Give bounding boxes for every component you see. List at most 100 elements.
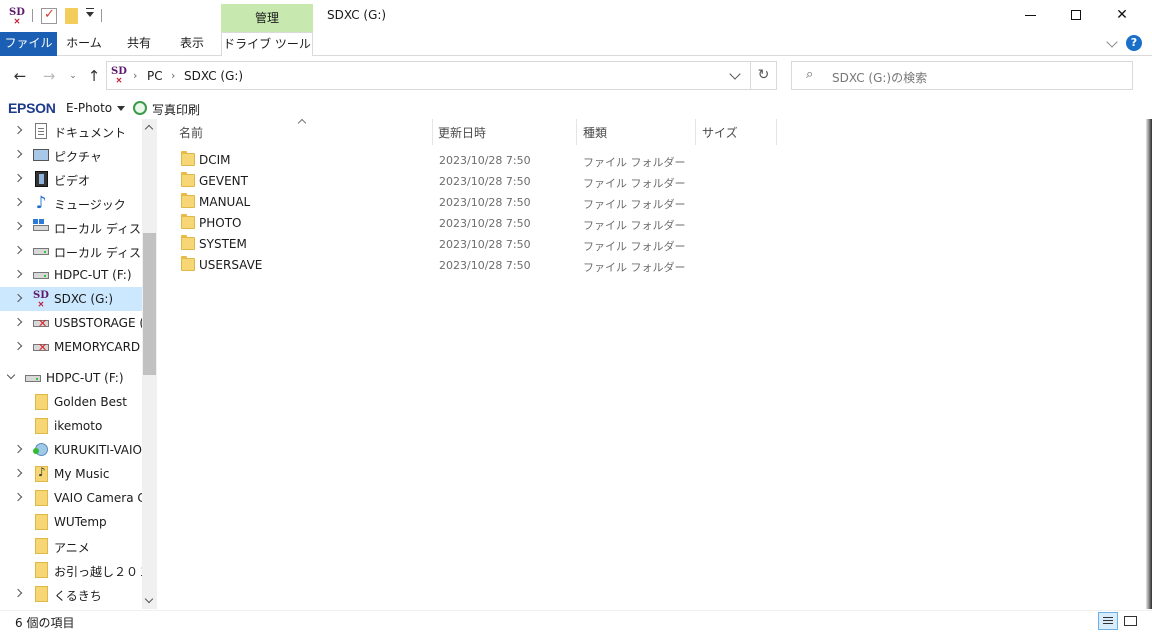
tab-share[interactable]: 共有 (118, 32, 160, 56)
address-dropdown-icon[interactable] (729, 68, 741, 80)
expand-chevron-icon[interactable] (13, 444, 23, 454)
tree-item[interactable]: お引っ越し２０１ (0, 558, 142, 582)
folder-icon (35, 586, 48, 602)
expand-chevron-icon[interactable] (13, 341, 23, 351)
tree-item[interactable]: My Music (0, 462, 142, 486)
tree-item-selected[interactable]: SD ✕ SDXC (G:) (0, 287, 142, 311)
file-name: PHOTO (199, 216, 242, 230)
expand-ribbon-icon[interactable] (1106, 36, 1118, 48)
expand-chevron-icon[interactable] (13, 245, 23, 255)
nav-scrollbar-thumb[interactable] (143, 233, 156, 375)
tab-view[interactable]: 表示 (172, 32, 212, 56)
help-icon[interactable]: ? (1126, 35, 1142, 51)
tree-item[interactable]: ビデオ (0, 167, 142, 191)
breadcrumb-separator-icon: › (133, 69, 138, 82)
tree-item[interactable]: アニメ (0, 534, 142, 558)
tree-item[interactable]: KURUKITI-VAIO (0, 438, 142, 462)
tree-label: VAIO Camera Ca (54, 491, 142, 505)
expand-chevron-icon[interactable] (13, 173, 23, 183)
folder-icon (181, 256, 195, 271)
video-icon (35, 171, 48, 187)
expand-chevron-icon[interactable] (13, 125, 23, 135)
tree-item[interactable]: HDPC-UT (F:) (0, 366, 142, 390)
expand-chevron-icon[interactable] (13, 588, 23, 598)
tree-item[interactable]: ♪ ミュージック (0, 191, 142, 215)
tree-item[interactable]: ピクチャ (0, 143, 142, 167)
expand-chevron-icon[interactable] (13, 317, 23, 327)
close-button[interactable]: ✕ (1099, 0, 1145, 30)
column-header-type[interactable]: 種類 (583, 124, 607, 141)
column-header-name[interactable]: 名前 (179, 124, 203, 141)
file-date: 2023/10/28 7:50 (439, 196, 531, 209)
tree-item[interactable]: USBSTORAGE (¥ (0, 311, 142, 335)
tree-item[interactable]: VAIO Camera Ca (0, 486, 142, 510)
back-arrow-icon[interactable]: ← (11, 67, 29, 85)
new-folder-icon[interactable] (65, 8, 78, 24)
tree-item[interactable]: ローカル ディスク (D (0, 239, 142, 263)
breadcrumb-pc[interactable]: PC (147, 69, 163, 83)
search-box[interactable]: ⌕ SDXC (G:)の検索 (791, 61, 1133, 90)
up-arrow-icon[interactable]: ↑ (85, 67, 103, 85)
tab-file[interactable]: ファイル (0, 32, 57, 56)
tree-item[interactable]: HDPC-UT (F:) (0, 263, 142, 287)
ephoto-dropdown-icon[interactable] (117, 106, 125, 111)
tab-home[interactable]: ホーム (62, 32, 106, 56)
file-type: ファイル フォルダー (583, 177, 686, 190)
separator (32, 9, 33, 22)
photo-print-icon[interactable] (133, 101, 147, 115)
column-header-size[interactable]: サイズ (702, 124, 738, 141)
collapse-chevron-icon[interactable] (6, 370, 16, 380)
photo-print-button[interactable]: 写真印刷 (152, 101, 200, 118)
tree-item[interactable]: ドキュメント (0, 119, 142, 143)
file-row[interactable]: USERSAVE 2023/10/28 7:50 ファイル フォルダー (177, 255, 777, 276)
navigation-pane[interactable]: ドキュメント ピクチャ ビデオ ♪ ミュージック ローカル ディスク (C ロー… (0, 119, 157, 609)
maximize-button[interactable] (1053, 0, 1099, 30)
breadcrumb-sdxc[interactable]: SDXC (G:) (184, 69, 243, 83)
properties-icon[interactable] (41, 7, 57, 24)
expand-chevron-icon[interactable] (13, 221, 23, 231)
file-list[interactable]: 名前 更新日時 種類 サイズ DCIM 2023/10/28 7:50 ファイル… (157, 119, 1146, 609)
details-view-button[interactable] (1098, 612, 1118, 630)
forward-arrow-icon[interactable]: → (40, 67, 58, 85)
column-divider[interactable] (776, 119, 777, 145)
recent-locations-icon[interactable]: ⌄ (64, 67, 82, 85)
manage-contextual-tab[interactable]: 管理 (221, 4, 313, 32)
column-divider[interactable] (576, 119, 577, 145)
tab-drive-tools[interactable]: ドライブ ツール (221, 32, 313, 56)
file-row[interactable]: GEVENT 2023/10/28 7:50 ファイル フォルダー (177, 171, 777, 192)
expand-chevron-icon[interactable] (13, 293, 23, 303)
large-icons-view-button[interactable] (1121, 612, 1141, 630)
column-header-date[interactable]: 更新日時 (438, 124, 486, 141)
expand-chevron-icon[interactable] (13, 269, 23, 279)
file-row[interactable]: PHOTO 2023/10/28 7:50 ファイル フォルダー (177, 213, 777, 234)
column-divider[interactable] (695, 119, 696, 145)
tree-item[interactable]: WUTemp (0, 510, 142, 534)
expand-chevron-icon[interactable] (13, 468, 23, 478)
file-type: ファイル フォルダー (583, 240, 686, 253)
file-type: ファイル フォルダー (583, 261, 686, 274)
expand-chevron-icon[interactable] (13, 492, 23, 502)
minimize-button[interactable] (1007, 0, 1053, 30)
tree-item[interactable]: くるきち (0, 582, 142, 606)
file-row[interactable]: DCIM 2023/10/28 7:50 ファイル フォルダー (177, 150, 777, 171)
file-row[interactable]: SYSTEM 2023/10/28 7:50 ファイル フォルダー (177, 234, 777, 255)
refresh-button[interactable]: ↻ (751, 61, 777, 90)
ephoto-menu[interactable]: E-Photo (66, 101, 112, 115)
address-bar[interactable]: SD ✕ › PC › SDXC (G:) (106, 61, 751, 90)
file-row[interactable]: MANUAL 2023/10/28 7:50 ファイル フォルダー (177, 192, 777, 213)
tree-item[interactable]: MEMORYCARD ( (0, 335, 142, 359)
column-divider[interactable] (432, 119, 433, 145)
tree-label: ikemoto (54, 419, 103, 433)
tree-item[interactable]: Golden Best (0, 390, 142, 414)
sd-card-icon[interactable]: SD ✕ (9, 8, 25, 26)
customize-quick-access-icon[interactable] (86, 8, 94, 17)
minimize-icon (1024, 14, 1036, 16)
tree-label: MEMORYCARD ( (54, 340, 142, 354)
search-input[interactable]: SDXC (G:)の検索 (832, 69, 927, 86)
expand-chevron-icon[interactable] (13, 149, 23, 159)
tree-item[interactable]: ローカル ディスク (C (0, 215, 142, 239)
drive-icon (33, 272, 49, 279)
tree-item[interactable]: ikemoto (0, 414, 142, 438)
expand-chevron-icon[interactable] (13, 197, 23, 207)
tree-label: Golden Best (54, 395, 127, 409)
